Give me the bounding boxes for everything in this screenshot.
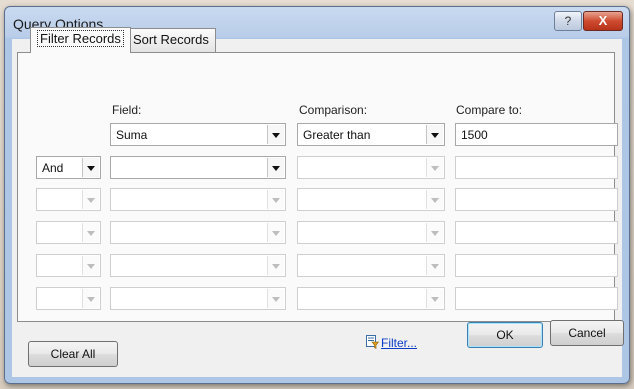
compare-to-value: 1500	[461, 128, 488, 142]
field-header: Field:	[112, 103, 142, 117]
dropdown-button[interactable]	[267, 125, 284, 144]
field-select-row5[interactable]	[110, 254, 286, 277]
field-select-row6[interactable]	[110, 287, 286, 310]
chevron-down-icon	[272, 166, 280, 171]
dropdown-button[interactable]	[426, 125, 443, 144]
comparison-select-row4[interactable]	[297, 221, 445, 244]
field-select-row1[interactable]: Suma	[110, 123, 286, 146]
chevron-down-icon	[431, 231, 439, 236]
chevron-down-icon	[431, 297, 439, 302]
field-select-row2[interactable]	[110, 156, 286, 179]
connector-value: And	[42, 161, 64, 175]
chevron-down-icon	[431, 198, 439, 203]
connector-select-row4[interactable]	[36, 221, 101, 244]
chevron-down-icon	[272, 198, 280, 203]
dropdown-button[interactable]	[426, 289, 443, 308]
compare-to-input-row5[interactable]	[455, 254, 618, 277]
filter-link[interactable]: Filter...	[381, 336, 417, 350]
compare-to-input-row4[interactable]	[455, 221, 618, 244]
dropdown-button[interactable]	[267, 256, 284, 275]
dropdown-button[interactable]	[267, 190, 284, 209]
dropdown-button[interactable]	[267, 289, 284, 308]
tab-filter-records-label: Filter Records	[37, 30, 124, 47]
dropdown-button[interactable]	[82, 190, 99, 209]
clear-all-button[interactable]: Clear All	[28, 341, 118, 367]
chevron-down-icon	[87, 231, 95, 236]
comparison-select-row5[interactable]	[297, 254, 445, 277]
dropdown-button[interactable]	[426, 223, 443, 242]
dropdown-button[interactable]	[426, 190, 443, 209]
cancel-button[interactable]: Cancel	[550, 320, 624, 346]
chevron-down-icon	[272, 133, 280, 138]
comparison-select-row6[interactable]	[297, 287, 445, 310]
dropdown-button[interactable]	[82, 289, 99, 308]
chevron-down-icon	[431, 264, 439, 269]
comparison-select-row2[interactable]	[297, 156, 445, 179]
comparison-value: Greater than	[303, 128, 371, 142]
filter-records-panel	[17, 52, 615, 322]
chevron-down-icon	[431, 166, 439, 171]
chevron-down-icon	[87, 297, 95, 302]
connector-select-row5[interactable]	[36, 254, 101, 277]
filter-funnel-icon	[366, 335, 379, 349]
dropdown-button[interactable]	[82, 158, 99, 177]
compare-to-input-row6[interactable]	[455, 287, 618, 310]
dropdown-button[interactable]	[82, 256, 99, 275]
dropdown-button[interactable]	[267, 223, 284, 242]
field-select-row3[interactable]	[110, 188, 286, 211]
chevron-down-icon	[87, 264, 95, 269]
close-button[interactable]: X	[583, 11, 623, 31]
comparison-select-row1[interactable]: Greater than	[297, 123, 445, 146]
compare-to-input-row3[interactable]	[455, 188, 618, 211]
dropdown-button[interactable]	[82, 223, 99, 242]
compare-to-input-row2[interactable]	[455, 156, 618, 179]
field-select-row4[interactable]	[110, 221, 286, 244]
tab-sort-records-label: Sort Records	[133, 32, 209, 47]
chevron-down-icon	[272, 264, 280, 269]
field-value: Suma	[116, 128, 148, 142]
dropdown-button[interactable]	[426, 256, 443, 275]
help-button[interactable]: ?	[554, 11, 582, 31]
chevron-down-icon	[87, 166, 95, 171]
chevron-down-icon	[87, 198, 95, 203]
tab-filter-records[interactable]: Filter Records	[30, 27, 131, 53]
connector-select-row6[interactable]	[36, 287, 101, 310]
comparison-header: Comparison:	[299, 103, 368, 117]
chevron-down-icon	[272, 297, 280, 302]
comparison-select-row3[interactable]	[297, 188, 445, 211]
connector-select-row3[interactable]	[36, 188, 101, 211]
connector-select-row2[interactable]: And	[36, 156, 101, 179]
ok-button[interactable]: OK	[467, 322, 543, 348]
dropdown-button[interactable]	[426, 158, 443, 177]
compare-to-input-row1[interactable]: 1500	[455, 123, 618, 146]
dropdown-button[interactable]	[267, 158, 284, 177]
compare-to-header: Compare to:	[456, 103, 523, 117]
chevron-down-icon	[272, 231, 280, 236]
chevron-down-icon	[431, 133, 439, 138]
tab-sort-records[interactable]: Sort Records	[126, 28, 216, 52]
